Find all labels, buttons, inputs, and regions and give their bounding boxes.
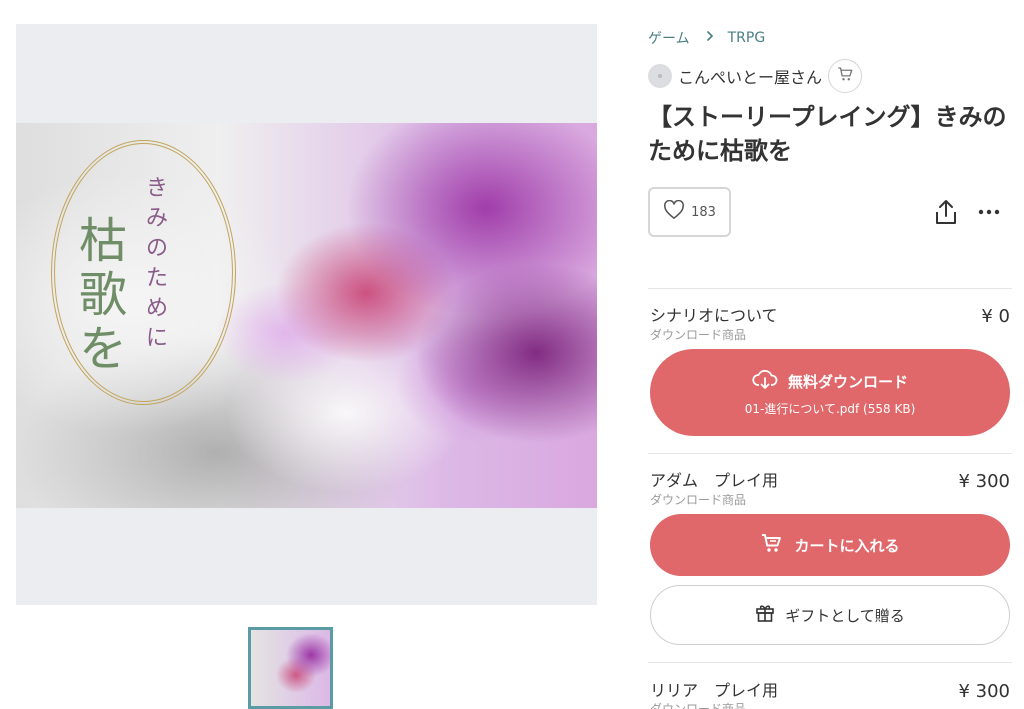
shop-info: こんぺいとー屋さん xyxy=(648,59,863,93)
image-thumbnail[interactable] xyxy=(248,627,333,709)
heart-icon xyxy=(663,199,685,224)
share-icon[interactable] xyxy=(933,198,959,226)
section-divider xyxy=(648,288,1012,289)
shop-name-link[interactable]: こんぺいとー屋さん xyxy=(678,64,822,88)
artwork-title-sub: きみのために xyxy=(146,176,169,351)
item-name: リリア プレイ用 xyxy=(650,681,779,700)
section-divider xyxy=(648,662,1012,663)
more-icon[interactable] xyxy=(977,200,1001,224)
item-price: ¥ 0 xyxy=(981,306,1010,327)
item-name: アダム プレイ用 xyxy=(650,471,779,490)
product-info-panel: ゲーム TRPG こんぺいとー屋さん 【ストーリープレイング】きみのために枯歌を… xyxy=(648,0,1012,709)
artwork-title: 枯歌を きみのために xyxy=(76,176,196,384)
free-download-label: 無料ダウンロード xyxy=(787,372,908,391)
item-price: ¥ 300 xyxy=(958,471,1010,492)
section-divider xyxy=(648,453,1012,454)
product-title: 【ストーリープレイング】きみのために枯歌を xyxy=(648,103,1007,165)
item-name: シナリオについて xyxy=(650,306,778,325)
like-button[interactable]: 183 xyxy=(648,187,731,237)
add-to-cart-label: カートに入れる xyxy=(794,536,900,555)
breadcrumb-parent-link[interactable]: ゲーム xyxy=(648,28,690,48)
breadcrumb-current-link[interactable]: TRPG xyxy=(728,30,766,46)
shop-avatar[interactable] xyxy=(648,64,672,88)
item-type: ダウンロード商品 xyxy=(650,702,747,709)
item-type: ダウンロード商品 xyxy=(650,328,747,342)
artwork-title-main: 枯歌を xyxy=(78,213,127,377)
cloud-download-icon xyxy=(752,368,778,394)
main-product-image[interactable]: 枯歌を きみのために xyxy=(16,24,597,605)
gift-button[interactable]: ギフトとして贈る xyxy=(650,585,1010,645)
item-type: ダウンロード商品 xyxy=(650,493,747,507)
breadcrumb: ゲーム TRPG xyxy=(648,28,765,48)
shop-cart-button[interactable] xyxy=(828,59,863,93)
add-to-cart-button[interactable]: カートに入れる xyxy=(650,514,1010,576)
download-file-info: 01-進行について.pdf (558 KB) xyxy=(744,402,916,416)
gift-label: ギフトとして贈る xyxy=(785,606,905,625)
item-price: ¥ 300 xyxy=(958,681,1010,702)
cart-icon xyxy=(836,65,854,87)
chevron-right-icon xyxy=(706,30,714,46)
free-download-button[interactable]: 無料ダウンロード 01-進行について.pdf (558 KB) xyxy=(650,349,1010,436)
like-count: 183 xyxy=(691,204,716,220)
cart-icon xyxy=(760,532,784,558)
gift-icon xyxy=(755,603,775,627)
